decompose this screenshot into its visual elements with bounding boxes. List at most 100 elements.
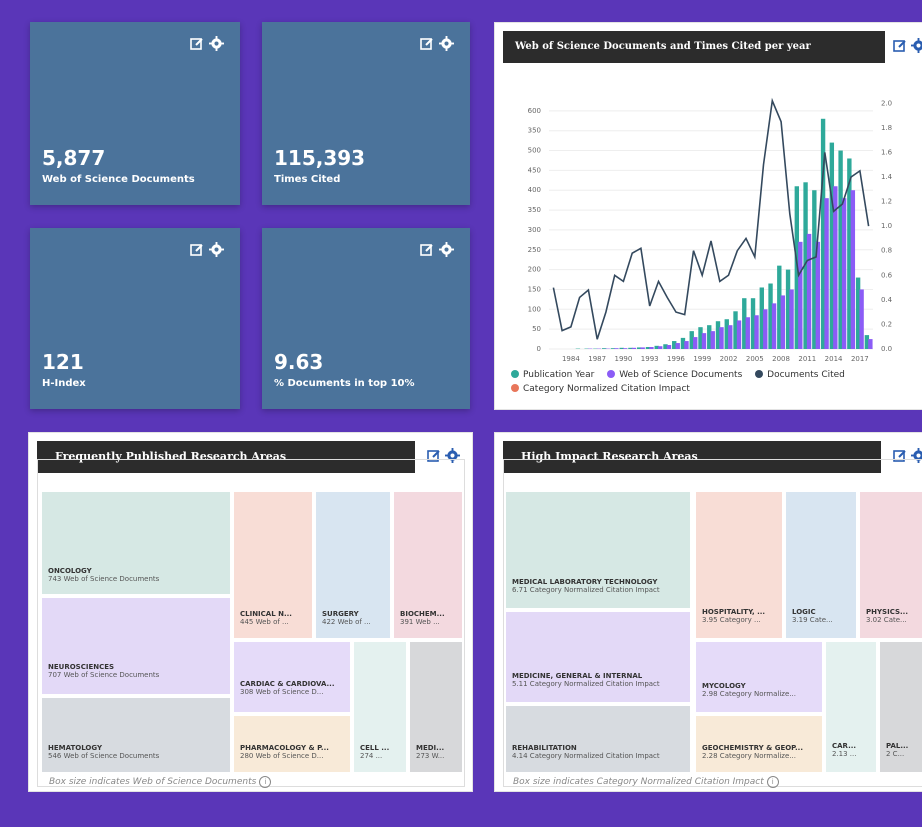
treemap-cell[interactable]: PHYSICS... 3.02 Cate... <box>859 491 922 639</box>
cell-title: MEDICINE, GENERAL & INTERNAL <box>512 672 643 680</box>
metric-value: 121 <box>42 350 84 374</box>
bar-wos-documents <box>684 341 689 349</box>
cell-value: 3.19 Cate... <box>792 616 833 624</box>
y-tick-label: 250 <box>528 246 541 254</box>
cell-title: CELL ... <box>360 744 390 752</box>
treemap-cell[interactable]: BIOCHEM... 391 Web ... <box>393 491 463 639</box>
treemap-cell[interactable]: CELL ... 274 ... <box>353 641 407 773</box>
edit-icon[interactable] <box>893 39 907 53</box>
bar-wos-documents <box>789 289 794 349</box>
bar-wos-documents <box>850 190 856 349</box>
gear-icon[interactable] <box>209 242 224 257</box>
bar-wos-documents <box>631 347 637 349</box>
bar-wos-documents <box>841 198 847 349</box>
cell-value: 391 Web ... <box>400 618 440 626</box>
x-tick-label: 2008 <box>772 355 790 363</box>
metric-value: 9.63 <box>274 350 324 374</box>
treemap-cell[interactable]: MEDICINE, GENERAL & INTERNAL 5.11 Categor… <box>505 611 691 703</box>
treemap-cell[interactable]: SURGERY 422 Web of ... <box>315 491 391 639</box>
info-icon[interactable]: i <box>766 776 779 788</box>
info-icon[interactable]: i <box>259 776 272 788</box>
y-tick-label: 150 <box>528 285 541 293</box>
research-areas-panel: Frequently Published Research Areas ONCO… <box>28 432 473 792</box>
treemap-cell[interactable]: CAR... 2.13 ... <box>825 641 877 773</box>
x-tick-label: 1993 <box>641 355 659 363</box>
y2-tick-label: 0.0 <box>881 345 892 353</box>
bar-wos-documents <box>771 303 777 349</box>
citations-chart[interactable]: 0 50 100 150 200 250 300 350 400 450 500 350 600 0.0 0… <box>495 73 922 373</box>
y-tick-label: 350 <box>528 127 541 135</box>
bar-wos-documents <box>701 333 707 349</box>
metric-tile-documents[interactable]: 5,877 Web of Science Documents <box>30 22 240 205</box>
cell-value: 2 C... <box>886 750 905 758</box>
y-tick-label: 50 <box>532 325 541 333</box>
metric-tile-times-cited[interactable]: 115,393 Times Cited <box>262 22 470 205</box>
gear-icon[interactable] <box>911 38 922 53</box>
metric-tile-top10[interactable]: 9.63 % Documents in top 10% <box>262 228 470 409</box>
treemap-cell[interactable]: CARDIAC & CARDIOVA... 308 Web of Science … <box>233 641 351 713</box>
edit-icon[interactable] <box>420 37 434 51</box>
edit-icon[interactable] <box>190 37 204 51</box>
treemap-cell[interactable]: MEDI... 273 W... <box>409 641 463 773</box>
caption-text: Box size indicates Web of Science Docume… <box>49 777 257 787</box>
cell-value: 273 W... <box>416 752 445 760</box>
cell-title: NEUROSCIENCES <box>48 663 115 671</box>
cell-value: 2.28 Category Normalize... <box>702 752 796 760</box>
cell-value: 274 ... <box>360 752 383 760</box>
treemap-cell[interactable]: ONCOLOGY 743 Web of Science Documents <box>41 491 231 595</box>
bar-wos-documents <box>614 348 619 349</box>
legend-swatch <box>607 370 616 378</box>
legend-item[interactable]: Documents Cited <box>755 370 845 380</box>
treemap-cell[interactable]: NEUROSCIENCES 707 Web of Science Document… <box>41 597 231 695</box>
bar-wos-documents <box>649 347 654 349</box>
x-tick-label: 2017 <box>851 355 869 363</box>
treemap-cell[interactable]: LOGIC 3.19 Cate... <box>785 491 857 639</box>
cell-value: 2.13 ... <box>832 750 857 758</box>
cell-value: 546 Web of Science Documents <box>48 752 160 760</box>
bar-wos-documents <box>780 295 785 349</box>
treemap-cell[interactable]: HOSPITALITY, ... 3.95 Category ... <box>695 491 783 639</box>
cell-title: REHABILITATION <box>512 744 577 752</box>
legend-item[interactable]: Web of Science Documents <box>607 370 742 380</box>
x-tick-label: 2011 <box>798 355 816 363</box>
legend-item[interactable]: Publication Year <box>511 370 594 380</box>
bar-wos-documents <box>622 348 628 349</box>
gear-icon[interactable] <box>439 242 454 257</box>
bar-wos-documents <box>710 331 715 349</box>
treemap-cell[interactable]: MEDICAL LABORATORY TECHNOLOGY 6.71 Catego… <box>505 491 691 609</box>
cell-title: HOSPITALITY, ... <box>702 608 766 616</box>
treemap-cell[interactable]: PAL... 2 C... <box>879 641 922 773</box>
y2-tick-label: 0.2 <box>881 320 892 328</box>
metric-tile-h-index[interactable]: 121 H-Index <box>30 228 240 409</box>
gear-icon[interactable] <box>209 36 224 51</box>
treemap-caption: Box size indicates Category Normalized C… <box>513 776 779 788</box>
y2-tick-label: 0.6 <box>881 271 893 279</box>
bar-wos-documents <box>640 347 645 349</box>
cell-value: 445 Web of ... <box>240 618 289 626</box>
y2-tick-label: 0.8 <box>881 247 892 255</box>
x-tick-label: 1984 <box>562 355 580 363</box>
cell-title: PHYSICS... <box>866 608 908 616</box>
metric-value: 115,393 <box>274 146 366 170</box>
treemap-cell[interactable]: PHARMACOLOGY & P... 280 Web of Science D.… <box>233 715 351 773</box>
y-tick-label: 100 <box>528 305 541 313</box>
gear-icon[interactable] <box>439 36 454 51</box>
edit-icon[interactable] <box>190 243 204 257</box>
treemap-cell[interactable]: REHABILITATION 4.14 Category Normalized C… <box>505 705 691 773</box>
edit-icon[interactable] <box>420 243 434 257</box>
treemap-cell[interactable]: GEOCHEMISTRY & GEOP... 2.28 Category Norm… <box>695 715 823 773</box>
y2-tick-label: 2.0 <box>881 99 892 107</box>
x-tick-label: 1999 <box>693 355 711 363</box>
bar-wos-documents <box>658 346 663 349</box>
cell-title: HEMATOLOGY <box>48 744 103 752</box>
legend-label: Web of Science Documents <box>619 370 743 380</box>
x-tick-label: 1996 <box>667 355 685 363</box>
treemap-cell[interactable]: HEMATOLOGY 546 Web of Science Documents <box>41 697 231 773</box>
bar-wos-documents <box>859 289 864 349</box>
treemap-cell[interactable]: MYCOLOGY 2.98 Category Normalize... <box>695 641 823 713</box>
treemap-cell[interactable]: CLINICAL N... 445 Web of ... <box>233 491 313 639</box>
bar-wos-documents <box>763 309 768 349</box>
legend-item[interactable]: Category Normalized Citation Impact <box>511 384 690 394</box>
bar-wos-documents <box>736 320 742 349</box>
y-tick-label: 300 <box>528 226 541 234</box>
